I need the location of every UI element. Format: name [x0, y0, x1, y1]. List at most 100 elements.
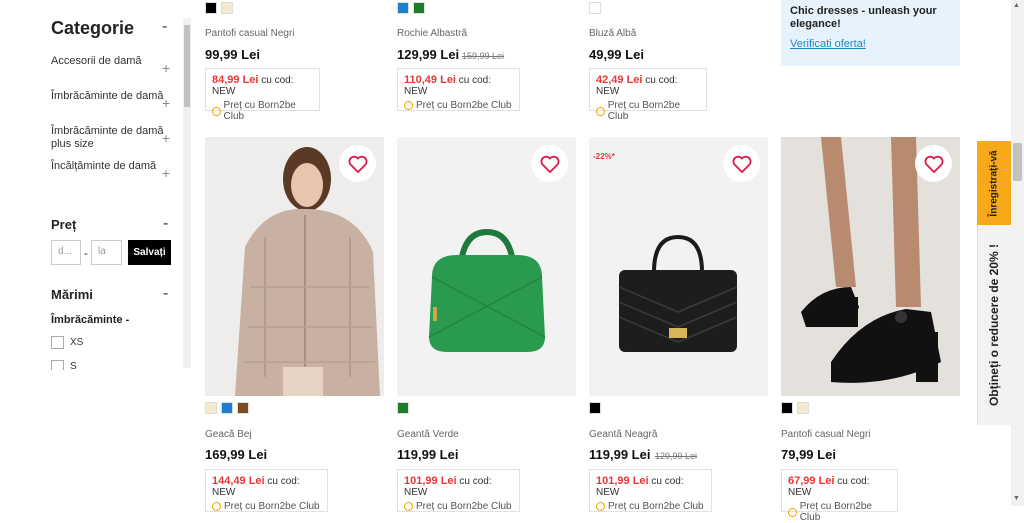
scroll-down-arrow-icon[interactable]: ▼	[1013, 495, 1020, 502]
club-label: Preț cu Born2be Club	[416, 100, 512, 111]
filters-sidebar: Categorie - Accesorii de damă + Îmbrăcăm…	[0, 0, 192, 370]
category-item-clothing[interactable]: Îmbrăcăminte de damă	[51, 90, 171, 103]
price-save-button[interactable]: Salvați	[128, 240, 171, 265]
price-collapse-icon[interactable]: -	[163, 215, 168, 233]
category-item-accessories[interactable]: Accesorii de damă	[51, 55, 171, 68]
product-old-price: 129,99 Lei	[655, 451, 698, 461]
register-tab-label: Înregistrați-vă	[988, 149, 1000, 217]
product-price: 99,99 Lei	[205, 47, 260, 62]
color-swatch-white[interactable]	[589, 2, 601, 14]
promo-box: 84,99 Lei cu cod: NEW Preț cu Born2be Cl…	[205, 68, 320, 122]
heart-icon	[348, 155, 367, 173]
color-swatch-black[interactable]	[781, 402, 793, 414]
discount-tab[interactable]: Obțineți o reducere de 20% !	[977, 225, 1011, 425]
price-to-input[interactable]: la	[91, 240, 122, 265]
club-label: Preț cu Born2be Club	[416, 501, 512, 512]
wishlist-button[interactable]	[915, 145, 952, 182]
club-label: Preț cu Born2be Club	[224, 501, 320, 512]
color-swatch-beige[interactable]	[221, 2, 233, 14]
product-image-jacket[interactable]	[205, 137, 384, 396]
promo-price: 110,49 Lei	[404, 74, 456, 86]
product-old-price: 159,99 Lei	[462, 51, 505, 61]
color-swatch-beige[interactable]	[205, 402, 217, 414]
discount-tag: -22%*	[593, 152, 615, 161]
product-price: 49,99 Lei	[589, 47, 644, 62]
product-price: 119,99 Lei	[397, 447, 459, 462]
price-filter-title: Preț	[51, 217, 77, 232]
price-separator: -	[84, 246, 88, 260]
category-collapse-icon[interactable]: -	[162, 18, 167, 36]
product-name[interactable]: Pantofi casual Negri	[781, 429, 871, 440]
product-name[interactable]: Rochie Albastră	[397, 28, 467, 39]
promo-box: 110,49 Lei cu cod: NEW Preț cu Born2be C…	[397, 68, 520, 111]
banner-text: Chic dresses - unleash your elegance!	[790, 5, 937, 30]
product-price: 119,99 Lei	[589, 447, 651, 462]
size-label-s: S	[70, 361, 77, 370]
promo-price: 144,49 Lei	[212, 475, 265, 487]
promo-price: 101,99 Lei	[596, 475, 649, 487]
product-name[interactable]: Geantă Verde	[397, 429, 459, 440]
discount-tab-label: Obțineți o reducere de 20% !	[987, 243, 1002, 407]
sizes-filter-title: Mărimi	[51, 287, 93, 302]
club-hand-icon	[596, 502, 605, 511]
product-name[interactable]: Geacă Bej	[205, 429, 252, 440]
product-price: 169,99 Lei	[205, 447, 268, 462]
page-scrollbar-thumb[interactable]	[1013, 143, 1022, 181]
promo-price: 67,99 Lei	[788, 475, 835, 487]
plus-icon[interactable]: +	[162, 60, 170, 76]
scroll-up-arrow-icon[interactable]: ▲	[1013, 2, 1020, 9]
heart-icon	[540, 155, 559, 173]
heart-icon	[732, 155, 751, 173]
wishlist-button[interactable]	[339, 145, 376, 182]
promo-box: 42,49 Lei cu cod: NEW Preț cu Born2be Cl…	[589, 68, 707, 122]
club-hand-icon	[212, 502, 221, 511]
banner-link[interactable]: Verificati oferta!	[790, 38, 951, 50]
category-item-plus-size[interactable]: Îmbrăcăminte de damă plus size	[51, 125, 171, 151]
wishlist-button[interactable]	[531, 145, 568, 182]
club-hand-icon	[212, 106, 221, 116]
color-swatch-green[interactable]	[413, 2, 425, 14]
page-scrollbar[interactable]	[1011, 0, 1024, 506]
product-name[interactable]: Pantofi casual Negri	[205, 28, 295, 39]
product-image-black-shoes[interactable]	[781, 137, 960, 396]
product-name[interactable]: Geantă Neagră	[589, 429, 657, 440]
size-checkbox-s[interactable]	[51, 360, 64, 370]
product-image-black-bag[interactable]: -22%*	[589, 137, 768, 396]
promo-price: 84,99 Lei	[212, 74, 259, 86]
club-hand-icon	[404, 101, 413, 110]
club-label: Preț cu Born2be Club	[608, 501, 704, 512]
promo-price: 101,99 Lei	[404, 475, 457, 487]
club-label: Preț cu Born2be Club	[799, 501, 872, 523]
sidebar-scrollbar-thumb[interactable]	[184, 25, 190, 107]
newsletter-side-tab[interactable]: Înregistrați-vă Obțineți o reducere de 2…	[977, 141, 1011, 425]
club-label: Preț cu Born2be Club	[223, 100, 296, 122]
club-hand-icon	[404, 502, 413, 511]
club-hand-icon	[596, 106, 605, 116]
club-hand-icon	[788, 507, 797, 517]
color-swatch-beige[interactable]	[797, 402, 809, 414]
product-image-green-bag[interactable]	[397, 137, 576, 396]
sizes-collapse-icon[interactable]: -	[163, 285, 168, 303]
plus-icon[interactable]: +	[162, 130, 170, 146]
category-item-shoes[interactable]: Încălțăminte de damă	[51, 160, 171, 173]
color-swatch-blue[interactable]	[397, 2, 409, 14]
sizes-group-label[interactable]: Îmbrăcăminte -	[51, 314, 129, 326]
product-price: 79,99 Lei	[781, 447, 836, 462]
price-from-input[interactable]: d...	[51, 240, 81, 265]
category-title: Categorie	[51, 18, 135, 38]
wishlist-button[interactable]	[723, 145, 760, 182]
plus-icon[interactable]: +	[162, 95, 170, 111]
color-swatch-black[interactable]	[205, 2, 217, 14]
size-label-xs: XS	[70, 337, 84, 348]
color-swatch-green[interactable]	[397, 402, 409, 414]
color-swatch-brown[interactable]	[237, 402, 249, 414]
product-name[interactable]: Bluză Albă	[589, 28, 636, 39]
color-swatch-black[interactable]	[589, 402, 601, 414]
size-checkbox-xs[interactable]	[51, 336, 64, 349]
color-swatch-blue[interactable]	[221, 402, 233, 414]
register-tab[interactable]: Înregistrați-vă	[977, 141, 1011, 225]
product-price: 129,99 Lei	[397, 47, 460, 62]
promo-banner: Chic dresses - unleash your elegance! Ve…	[781, 0, 960, 66]
club-label: Preț cu Born2be Club	[607, 100, 681, 122]
plus-icon[interactable]: +	[162, 165, 170, 181]
